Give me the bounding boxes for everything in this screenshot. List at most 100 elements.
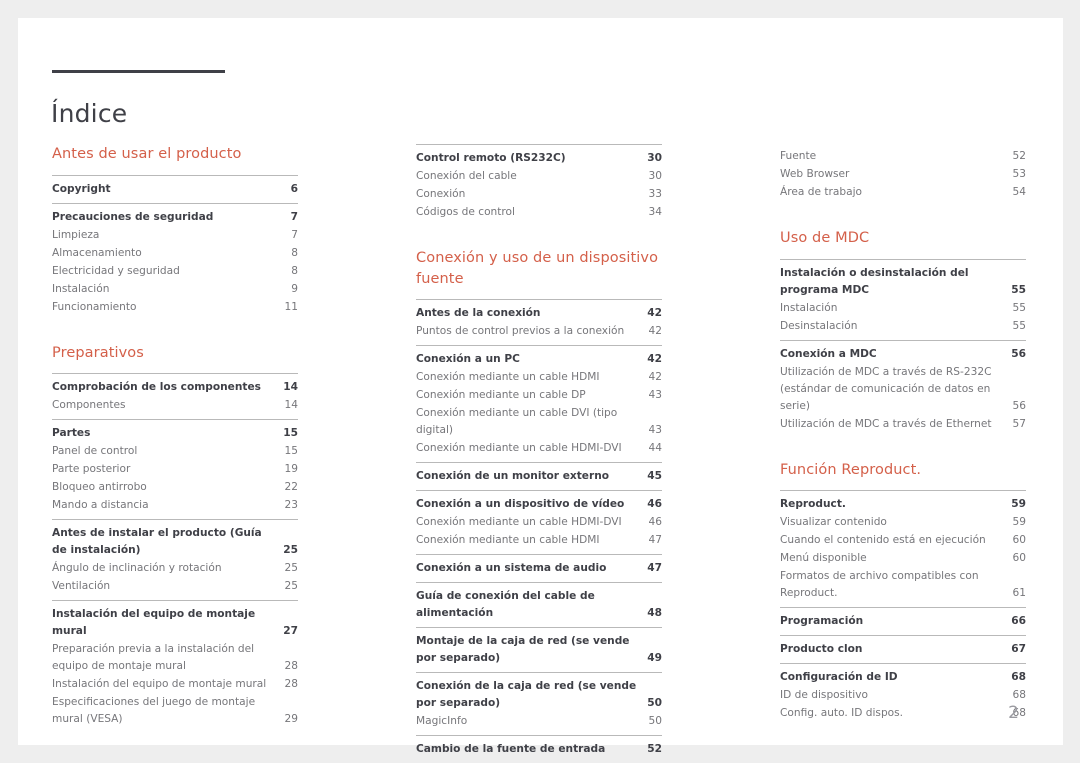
toc-entry-label: Producto clon	[780, 643, 863, 655]
toc-entry-page: 14	[283, 381, 298, 393]
toc-entry-label: MagicInfo	[416, 715, 468, 727]
toc-entry-sub[interactable]: Conexión del cable 30	[416, 167, 662, 185]
toc-entry-sub[interactable]: Conexión mediante un cable HDMI-DVI 46	[416, 513, 662, 531]
toc-entry-page: 47	[647, 562, 662, 574]
toc-entry-major[interactable]: Programación 66	[780, 612, 1026, 630]
toc-entry-sub[interactable]: Puntos de control previos a la conexión 4…	[416, 322, 662, 340]
toc-entry-sub[interactable]: Conexión mediante un cable DP 43	[416, 386, 662, 404]
toc-entry-page: 59	[1011, 498, 1026, 510]
toc-entry-label: Conexión de la caja de red (se vende por…	[416, 680, 640, 709]
toc-entry-sub[interactable]: Visualizar contenido 59	[780, 513, 1026, 531]
toc-entry-sub[interactable]: Utilización de MDC a través de Ethernet 5…	[780, 415, 1026, 433]
toc-entry-major[interactable]: Cambio de la fuente de entrada 52	[416, 740, 662, 758]
toc-entry-sub[interactable]: Conexión mediante un cable HDMI-DVI 44	[416, 439, 662, 457]
toc-entry-major[interactable]: Precauciones de seguridad 7	[52, 208, 298, 226]
toc-entry-sub[interactable]: ID de dispositivo 68	[780, 686, 1026, 704]
toc-entry-sub[interactable]: Web Browser 53	[780, 165, 1026, 183]
toc-entry-page: 11	[284, 300, 298, 313]
toc-entry-major[interactable]: Conexión a un sistema de audio 47	[416, 559, 662, 577]
toc-entry-label: Guía de conexión del cable de alimentaci…	[416, 590, 599, 619]
toc-entry-label: Instalación o desinstalación del program…	[780, 266, 973, 296]
toc-entry-major[interactable]: Instalación del equipo de montaje mural 2…	[52, 605, 298, 640]
toc-entry-major[interactable]: Comprobación de los componentes 14	[52, 378, 298, 396]
toc-entry-sub[interactable]: Conexión mediante un cable HDMI 47	[416, 531, 662, 549]
toc-entry-page: 48	[647, 607, 662, 619]
toc-entry-sub[interactable]: Utilización de MDC a través de RS-232C (…	[780, 363, 1026, 415]
toc-entry-major[interactable]: Conexión a MDC 56	[780, 345, 1026, 363]
toc-group: Conexión a un PC 42 Conexión mediante un c…	[416, 345, 662, 462]
toc-entry-page: 42	[647, 307, 662, 319]
toc-entry-major[interactable]: Reproduct. 59	[780, 495, 1026, 513]
toc-entry-major[interactable]: Guía de conexión del cable de alimentaci…	[416, 587, 662, 622]
toc-entry-sub[interactable]: Especificaciones del juego de montaje mu…	[52, 693, 298, 728]
toc-entry-label: Ventilación	[52, 580, 111, 592]
toc-entry-sub[interactable]: Funcionamiento 11	[52, 298, 298, 316]
toc-entry-page: 50	[648, 715, 662, 727]
toc-entry-major[interactable]: Partes 15	[52, 424, 298, 442]
toc-entry-sub[interactable]: Preparación previa a la instalación del …	[52, 640, 298, 675]
toc-group: Producto clon 67	[780, 635, 1026, 663]
toc-entry-page: 29	[284, 713, 298, 725]
toc-entry-sub[interactable]: MagicInfo 50	[416, 712, 662, 730]
toc-entry-major[interactable]: Antes de instalar el producto (Guía de i…	[52, 524, 298, 559]
toc-entry-major[interactable]: Montaje de la caja de red (se vende por …	[416, 632, 662, 667]
toc-entry-major[interactable]: Producto clon 67	[780, 640, 1026, 658]
toc-entry-label: Funcionamiento	[52, 300, 137, 313]
toc-entry-major[interactable]: Copyright 6	[52, 180, 298, 198]
toc-entry-sub[interactable]: Fuente 52	[780, 147, 1026, 165]
toc-entry-sub[interactable]: Instalación 9	[52, 280, 298, 298]
toc-entry-sub[interactable]: Instalación del equipo de montaje mural 2…	[52, 675, 298, 693]
toc-group: Conexión a un dispositivo de vídeo 46 Cone…	[416, 490, 662, 554]
toc-group: Partes 15 Panel de control 15 Parte posterio…	[52, 419, 298, 519]
toc-entry-major[interactable]: Conexión de la caja de red (se vende por…	[416, 677, 662, 712]
toc-entry-major[interactable]: Conexión de un monitor externo 45	[416, 467, 662, 485]
toc-entry-sub[interactable]: Formatos de archivo compatibles con Repr…	[780, 567, 1026, 602]
toc-entry-major[interactable]: Instalación o desinstalación del program…	[780, 264, 1026, 299]
toc-entry-label: Conexión de un monitor externo	[416, 470, 610, 482]
toc-entry-sub[interactable]: Área de trabajo 54	[780, 183, 1026, 201]
toc-entry-sub[interactable]: Mando a distancia 23	[52, 496, 298, 514]
toc-entry-page: 30	[648, 170, 662, 182]
toc-entry-sub[interactable]: Desinstalación 55	[780, 317, 1026, 335]
toc-entry-label: Puntos de control previos a la conexión	[416, 325, 625, 337]
toc-entry-major[interactable]: Configuración de ID 68	[780, 668, 1026, 686]
toc-entry-label: Reproduct.	[780, 498, 846, 510]
toc-entry-sub[interactable]: Conexión 33	[416, 185, 662, 203]
toc-entry-page: 25	[283, 544, 298, 556]
toc-entry-label: Códigos de control	[416, 206, 515, 218]
toc-entry-sub[interactable]: Instalación 55	[780, 299, 1026, 317]
toc-entry-sub[interactable]: Componentes 14	[52, 396, 298, 414]
toc-entry-sub[interactable]: Panel de control 15	[52, 442, 298, 460]
toc-entry-sub[interactable]: Ventilación 25	[52, 577, 298, 595]
toc-entry-major[interactable]: Conexión a un dispositivo de vídeo 46	[416, 495, 662, 513]
toc-entry-sub[interactable]: Menú disponible 60	[780, 549, 1026, 567]
toc-entry-sub[interactable]: Ángulo de inclinación y rotación 25	[52, 559, 298, 577]
toc-entry-sub[interactable]: Cuando el contenido está en ejecución 60	[780, 531, 1026, 549]
toc-entry-sub[interactable]: Conexión mediante un cable HDMI 42	[416, 368, 662, 386]
toc-entry-label: Desinstalación	[780, 319, 858, 332]
toc-entry-page: 56	[1012, 399, 1026, 412]
toc-entry-label: Panel de control	[52, 445, 138, 457]
toc-entry-major[interactable]: Conexión a un PC 42	[416, 350, 662, 368]
toc-entry-label: Programación	[780, 615, 864, 627]
toc-entry-page: 67	[1011, 643, 1026, 655]
toc-group: Conexión de la caja de red (se vende por…	[416, 672, 662, 735]
toc-entry-label: Antes de la conexión	[416, 307, 541, 319]
toc-entry-page: 68	[1011, 671, 1026, 683]
toc-entry-sub[interactable]: Bloqueo antirrobo 22	[52, 478, 298, 496]
toc-entry-sub[interactable]: Parte posterior 19	[52, 460, 298, 478]
toc-entry-sub[interactable]: Electricidad y seguridad 8	[52, 262, 298, 280]
toc-entry-label: Conexión a MDC	[780, 347, 877, 360]
toc-group: Comprobación de los componentes 14 Compone…	[52, 373, 298, 419]
toc-entry-sub[interactable]: Códigos de control 34	[416, 203, 662, 221]
toc-entry-sub[interactable]: Conexión mediante un cable DVI (tipo dig…	[416, 404, 662, 439]
toc-entry-sub[interactable]: Almacenamiento 8	[52, 244, 298, 262]
toc-entry-sub[interactable]: Config. auto. ID dispos. 68	[780, 704, 1026, 722]
toc-entry-label: Parte posterior	[52, 463, 131, 475]
toc-entry-page: 7	[291, 228, 298, 241]
toc-entry-page: 33	[648, 188, 662, 200]
toc-entry-major[interactable]: Control remoto (RS232C) 30	[416, 149, 662, 167]
toc-entry-page: 28	[284, 678, 298, 690]
toc-entry-major[interactable]: Antes de la conexión 42	[416, 304, 662, 322]
toc-entry-sub[interactable]: Limpieza 7	[52, 226, 298, 244]
